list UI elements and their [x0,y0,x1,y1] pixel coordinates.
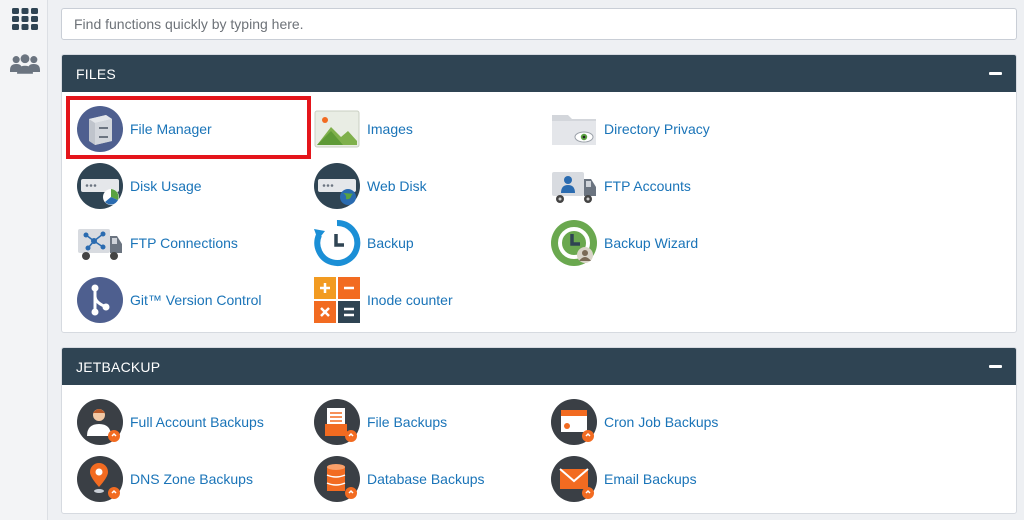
cron-job-backups-label: Cron Job Backups [604,414,719,430]
collapse-icon[interactable] [989,365,1002,368]
disk-usage-label: Disk Usage [130,178,202,194]
images-label: Images [367,121,413,137]
backup-wizard-link[interactable]: Backup Wizard [550,219,698,267]
ftp-connections-link[interactable]: FTP Connections [76,219,238,267]
backup-label: Backup [367,235,414,251]
grid-icon[interactable] [10,4,40,34]
database-backups-icon [313,455,361,503]
backup-wizard-label: Backup Wizard [604,235,699,251]
git-version-control-label: Git™ Version Control [130,292,262,308]
file-backups-label: File Backups [367,414,448,430]
file-manager-link[interactable]: File Manager [76,105,212,153]
ftp-connections-label: FTP Connections [130,235,238,251]
jetbackup-panel-header[interactable]: JETBACKUP [62,348,1016,385]
web-disk-label: Web Disk [367,178,427,194]
files-panel-title: FILES [76,65,116,82]
disk-usage-link[interactable]: Disk Usage [76,162,202,210]
ftp-accounts-label: FTP Accounts [604,178,691,194]
file-backups-icon [313,398,361,446]
jetbackup-panel-title: JETBACKUP [76,358,161,375]
email-backups-icon [550,455,598,503]
ftp-accounts-icon [550,162,598,210]
email-backups-label: Email Backups [604,471,697,487]
database-backups-label: Database Backups [367,471,485,487]
files-panel-header[interactable]: FILES [62,55,1016,92]
users-icon[interactable] [10,49,40,79]
search-input[interactable] [61,8,1017,40]
git-version-control-link[interactable]: Git™ Version Control [76,276,262,324]
file-manager-label: File Manager [130,121,212,137]
ftp-connections-icon [76,219,124,267]
directory-privacy-link[interactable]: Directory Privacy [550,105,710,153]
dns-zone-backups-icon [76,455,124,503]
inode-counter-label: Inode counter [367,292,453,308]
sidebar [0,0,48,520]
full-account-backups-label: Full Account Backups [130,414,264,430]
web-disk-link[interactable]: Web Disk [313,162,427,210]
collapse-icon[interactable] [989,72,1002,75]
images-link[interactable]: Images [313,105,413,153]
full-account-backups-icon [76,398,124,446]
dns-zone-backups-label: DNS Zone Backups [130,471,253,487]
disk-usage-icon [76,162,124,210]
email-backups-link[interactable]: Email Backups [550,455,697,503]
git-icon [76,276,124,324]
jetbackup-panel: JETBACKUP Full Account Backups File Back… [61,347,1017,514]
cron-job-backups-link[interactable]: Cron Job Backups [550,398,718,446]
ftp-accounts-link[interactable]: FTP Accounts [550,162,691,210]
directory-privacy-icon [550,105,598,153]
backup-icon [313,219,361,267]
directory-privacy-label: Directory Privacy [604,121,710,137]
web-disk-icon [313,162,361,210]
images-icon [313,105,361,153]
dns-zone-backups-link[interactable]: DNS Zone Backups [76,455,253,503]
inode-counter-link[interactable]: Inode counter [313,276,453,324]
file-backups-link[interactable]: File Backups [313,398,447,446]
full-account-backups-link[interactable]: Full Account Backups [76,398,264,446]
inode-counter-icon [313,276,361,324]
backup-link[interactable]: Backup [313,219,414,267]
file-manager-icon [76,105,124,153]
files-panel: FILES File Manager Images Directory Priv… [61,54,1017,333]
cron-job-backups-icon [550,398,598,446]
backup-wizard-icon [550,219,598,267]
database-backups-link[interactable]: Database Backups [313,455,485,503]
